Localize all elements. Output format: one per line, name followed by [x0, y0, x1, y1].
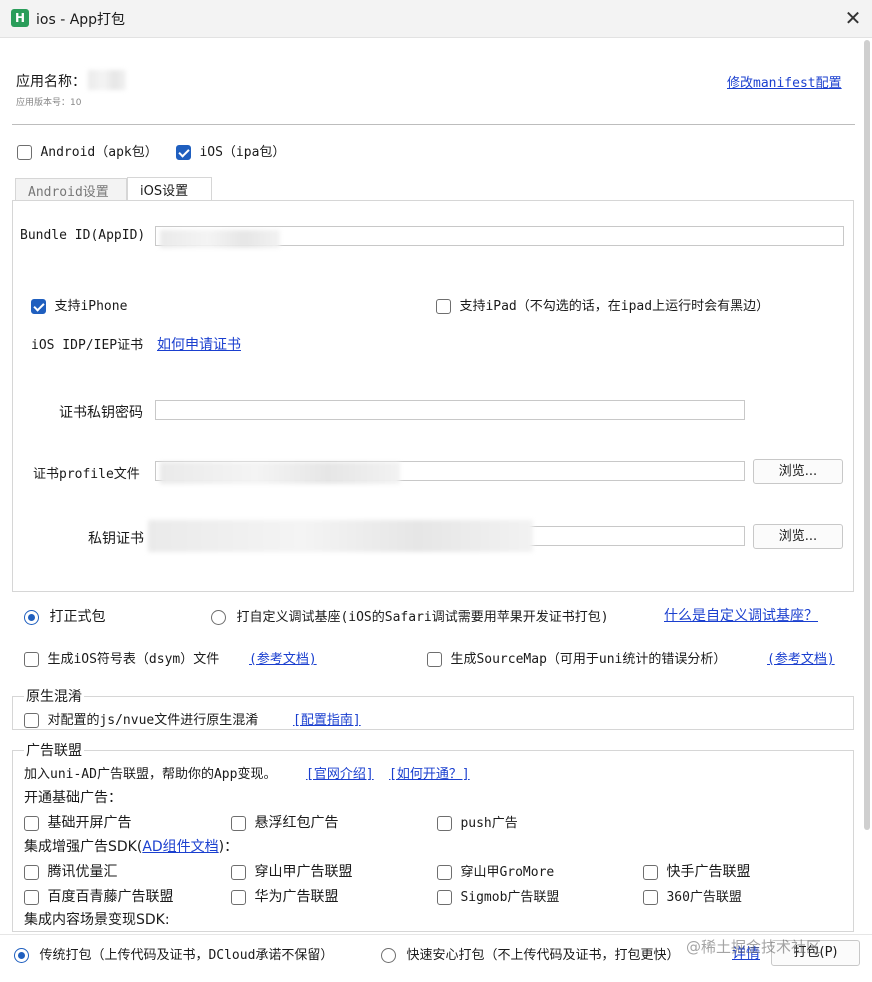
support-iphone-checkbox[interactable] — [31, 298, 46, 314]
content-sdk-title: 集成内容场景变现SDK: — [24, 912, 170, 928]
ad-alliance-title: 广告联盟 — [24, 740, 84, 760]
native-obfuscation-checkbox[interactable] — [24, 712, 39, 728]
ios-checkbox[interactable] — [176, 144, 191, 160]
ad-baidu-checkbox[interactable] — [24, 889, 39, 905]
ad-how-to-open-link[interactable]: [如何开通？] — [389, 763, 470, 782]
basic-ads-title: 开通基础广告： — [24, 790, 122, 806]
ios-platform-option[interactable]: iOS（ipa包） — [176, 141, 285, 160]
app-name-value-redacted — [88, 70, 126, 90]
ad-option-gromore[interactable]: 穿山甲GroMore — [437, 861, 554, 880]
ad-pangle-checkbox[interactable] — [231, 864, 246, 880]
title-bar — [0, 0, 872, 38]
ad-intro-text: 加入uni-AD广告联盟，帮助你的App变现。 — [24, 767, 277, 782]
ad-floating-redpacket-checkbox[interactable] — [231, 815, 246, 831]
ad-component-docs-link[interactable]: AD组件文档 — [142, 839, 218, 855]
vertical-scrollbar[interactable] — [864, 40, 870, 830]
browse-private-key-button[interactable]: 浏览... — [753, 524, 843, 549]
obfuscation-guide-link[interactable]: [配置指南] — [293, 709, 361, 728]
sourcemap-checkbox[interactable] — [427, 651, 442, 667]
formal-package-radio[interactable] — [24, 609, 39, 625]
native-obfuscation-title: 原生混淆 — [24, 686, 84, 706]
hbuilder-logo-icon: H — [11, 9, 29, 27]
fast-pack-radio[interactable] — [381, 947, 396, 963]
private-key-label: 私钥证书 — [88, 531, 144, 547]
version-label: 应用版本号：10 — [16, 98, 82, 108]
ad-option-splash[interactable]: 基础开屏广告 — [24, 812, 131, 832]
bundle-id-label: Bundle ID(AppID) — [20, 228, 146, 243]
sourcemap-option[interactable]: 生成SourceMap（可用于uni统计的错误分析） — [427, 648, 726, 667]
android-checkbox[interactable] — [17, 144, 32, 160]
support-ipad-option[interactable]: 支持iPad（不勾选的话，在ipad上运行时会有黑边） — [436, 295, 769, 314]
bundle-id-value-redacted — [160, 230, 280, 248]
support-iphone-option[interactable]: 支持iPhone — [31, 295, 127, 314]
ad-huawei-checkbox[interactable] — [231, 889, 246, 905]
browse-profile-button[interactable]: 浏览... — [753, 459, 843, 484]
enhanced-ads-title: 集成增强广告SDK(AD组件文档)： — [24, 839, 239, 855]
android-platform-option[interactable]: Android（apk包） — [17, 141, 158, 160]
support-ipad-checkbox[interactable] — [436, 298, 451, 314]
app-name-label: 应用名称： — [16, 74, 86, 90]
ad-option-360[interactable]: 360广告联盟 — [643, 886, 742, 905]
ad-tencent-checkbox[interactable] — [24, 864, 39, 880]
cert-password-input[interactable] — [155, 400, 745, 420]
ad-option-sigmob[interactable]: Sigmob广告联盟 — [437, 886, 559, 905]
ad-kuaishou-checkbox[interactable] — [643, 864, 658, 880]
ad-splash-checkbox[interactable] — [24, 815, 39, 831]
window-title: ios - App打包 — [36, 12, 126, 28]
watermark-text: @稀土掘金技术社区 — [686, 938, 822, 956]
close-icon[interactable]: ✕ — [842, 6, 864, 30]
custom-base-radio[interactable] — [211, 609, 226, 625]
how-to-apply-cert-link[interactable]: 如何申请证书 — [157, 334, 241, 354]
header-divider — [12, 124, 855, 125]
traditional-pack-option[interactable]: 传统打包（上传代码及证书，DCloud承诺不保留） — [14, 944, 333, 963]
ad-option-kuaishou[interactable]: 快手广告联盟 — [643, 861, 750, 881]
private-key-value-redacted — [148, 520, 533, 552]
formal-package-option[interactable]: 打正式包 — [24, 606, 105, 626]
ad-push-checkbox[interactable] — [437, 815, 452, 831]
profile-file-value-redacted — [160, 462, 400, 484]
tab-android-settings[interactable]: Android设置 — [15, 178, 127, 201]
ad-official-intro-link[interactable]: [官网介绍] — [306, 763, 374, 782]
dsym-checkbox[interactable] — [24, 651, 39, 667]
fast-pack-option[interactable]: 快速安心打包（不上传代码及证书，打包更快） — [381, 944, 679, 963]
sourcemap-docs-link[interactable]: (参考文档) — [767, 648, 835, 667]
traditional-pack-radio[interactable] — [14, 947, 29, 963]
tab-ios-settings[interactable]: iOS设置 — [127, 177, 212, 201]
ad-sigmob-checkbox[interactable] — [437, 889, 452, 905]
ad-option-pangle[interactable]: 穿山甲广告联盟 — [231, 861, 352, 881]
ad-option-baidu[interactable]: 百度百青藤广告联盟 — [24, 886, 173, 906]
ad-360-checkbox[interactable] — [643, 889, 658, 905]
ad-option-huawei[interactable]: 华为广告联盟 — [231, 886, 338, 906]
cert-password-label: 证书私钥密码 — [59, 405, 143, 421]
dsym-option[interactable]: 生成iOS符号表（dsym）文件 — [24, 648, 219, 667]
modify-manifest-link[interactable]: 修改manifest配置 — [727, 72, 842, 91]
what-is-custom-base-link[interactable]: 什么是自定义调试基座？ — [664, 605, 818, 625]
profile-file-label: 证书profile文件 — [33, 467, 140, 482]
ad-option-floating-redpacket[interactable]: 悬浮红包广告 — [231, 812, 338, 832]
ad-gromore-checkbox[interactable] — [437, 864, 452, 880]
dsym-docs-link[interactable]: (参考文档) — [249, 648, 317, 667]
native-obfuscation-option[interactable]: 对配置的js/nvue文件进行原生混淆 — [24, 709, 258, 728]
custom-base-option[interactable]: 打自定义调试基座(iOS的Safari调试需要用苹果开发证书打包) — [211, 606, 609, 625]
cert-type-label: iOS IDP/IEP证书 — [31, 338, 144, 353]
ad-option-tencent[interactable]: 腾讯优量汇 — [24, 861, 117, 881]
ad-option-push[interactable]: push广告 — [437, 812, 518, 831]
